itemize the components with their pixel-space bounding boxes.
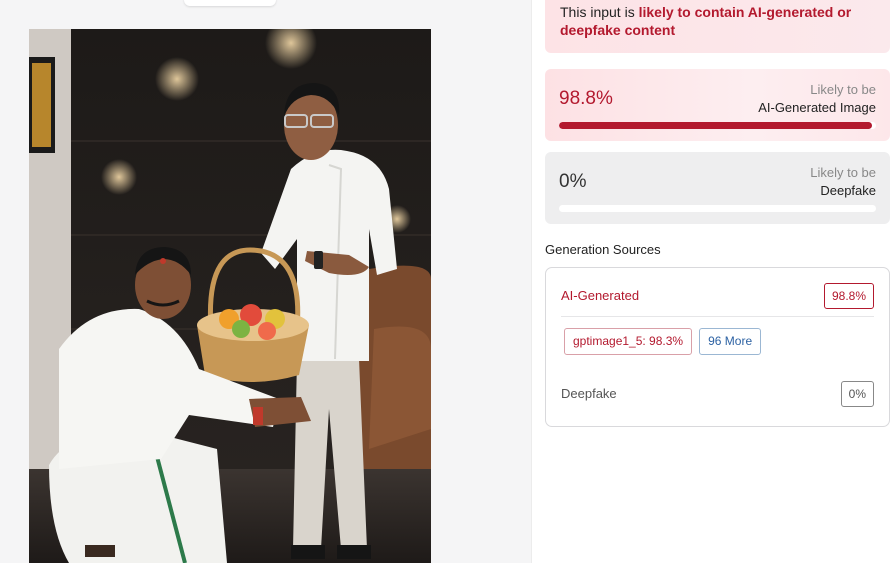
deepfake-row[interactable]: Deepfake 0%	[561, 381, 874, 407]
deepfake-score-percent: 0%	[559, 171, 587, 192]
ai-score-bar	[559, 122, 876, 129]
more-sources-button[interactable]: 96 More	[699, 328, 762, 355]
ai-score-label-main: AI-Generated Image	[758, 100, 876, 115]
ai-score-label: Likely to be AI-Generated Image	[758, 81, 876, 117]
deepfake-score-label-main: Deepfake	[820, 183, 876, 198]
ai-generated-label: AI-Generated	[561, 288, 640, 303]
deepfake-badge: 0%	[840, 381, 874, 407]
verdict-banner: This input is likely to contain AI-gener…	[545, 0, 890, 53]
ai-score-card: 98.8% Likely to be AI-Generated Image	[545, 69, 890, 141]
toolbar-pill[interactable]	[184, 0, 276, 6]
verdict-prefix: This input is	[560, 4, 639, 20]
results-pane: This input is likely to contain AI-gener…	[533, 0, 890, 563]
ai-generated-row[interactable]: AI-Generated 98.8%	[561, 283, 874, 309]
model-chip-gptimage[interactable]: gptimage1_5: 98.3%	[564, 328, 693, 355]
deepfake-score-label-top: Likely to be	[810, 165, 876, 180]
ai-score-bar-fill	[559, 122, 873, 129]
ai-score-label-top: Likely to be	[810, 82, 876, 97]
divider	[561, 316, 874, 317]
generation-sources-box: AI-Generated 98.8% gptimage1_5: 98.3% 96…	[545, 267, 890, 427]
image-preview-pane	[0, 0, 532, 563]
deepfake-score-bar	[559, 205, 876, 212]
deepfake-score-card: 0% Likely to be Deepfake	[545, 152, 890, 224]
deepfake-label: Deepfake	[561, 386, 617, 401]
ai-score-percent: 98.8%	[559, 88, 613, 109]
deepfake-score-label: Likely to be Deepfake	[810, 164, 876, 200]
ai-generated-badge: 98.8%	[823, 283, 874, 309]
generation-sources-title: Generation Sources	[545, 242, 661, 257]
source-chips: gptimage1_5: 98.3% 96 More	[564, 328, 762, 355]
uploaded-photo	[29, 29, 431, 563]
